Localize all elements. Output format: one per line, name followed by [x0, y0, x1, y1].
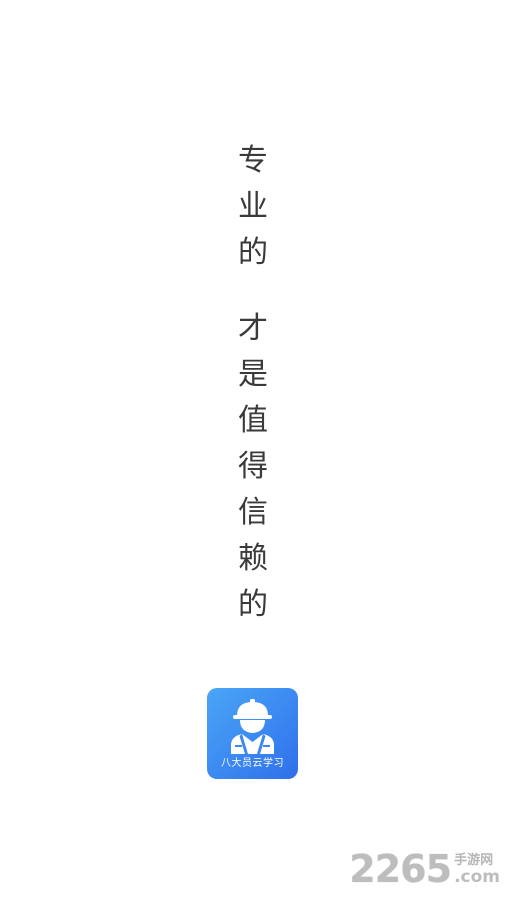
app-name-label: 八大员云学习 — [221, 758, 284, 769]
slogan-char: 才 — [238, 311, 268, 346]
slogan-char: 是 — [238, 357, 268, 392]
splash-screen: 专 业 的 才 是 值 得 信 赖 的 八大员云学习 2265 手游网 .com — [0, 0, 506, 900]
slogan-char: 信 — [238, 495, 268, 530]
slogan-char: 值 — [238, 403, 268, 438]
construction-worker-icon — [231, 699, 274, 754]
watermark-site-name: 手游网 — [454, 853, 494, 868]
slogan-char: 专 — [238, 143, 268, 178]
slogan-char: 的 — [238, 235, 268, 270]
app-logo: 八大员云学习 — [207, 688, 298, 779]
watermark-number: 2265 — [349, 847, 452, 891]
slogan-char: 得 — [238, 449, 268, 484]
watermark-domain: .com — [454, 867, 500, 887]
slogan-part-2: 才 是 值 得 信 赖 的 — [233, 306, 273, 628]
slogan-char: 的 — [238, 587, 268, 622]
slogan-char: 业 — [238, 189, 268, 224]
slogan-part-1: 专 业 的 — [233, 138, 273, 276]
watermark-2265: 2265 手游网 .com — [349, 850, 500, 888]
slogan-char: 赖 — [238, 541, 268, 576]
watermark-side: 手游网 .com — [454, 853, 500, 886]
